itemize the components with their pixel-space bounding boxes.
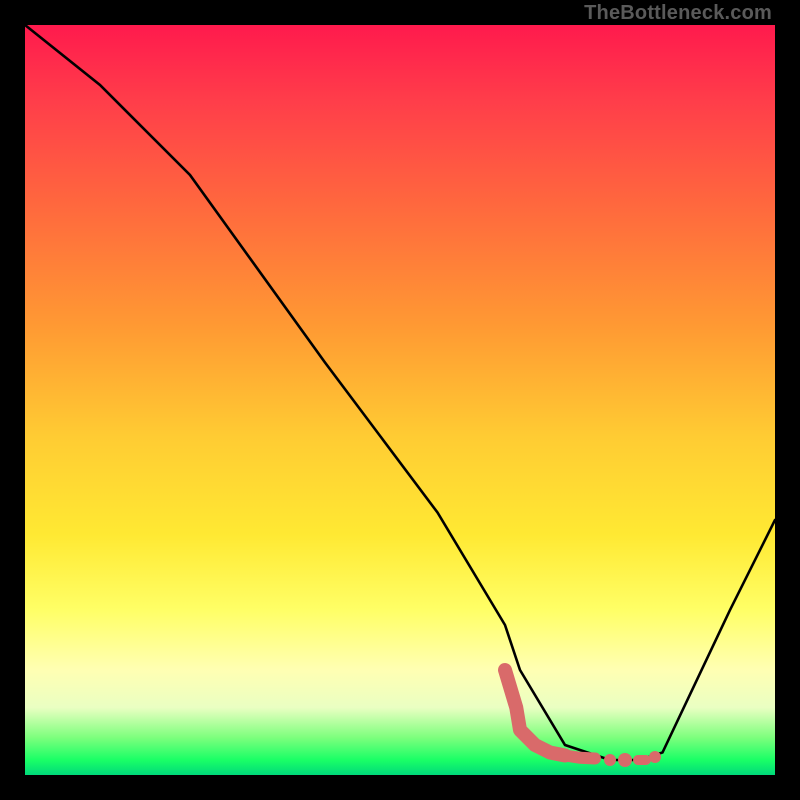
chart-gradient-background (25, 25, 775, 775)
chart-frame (25, 25, 775, 775)
watermark-text: TheBottleneck.com (584, 2, 772, 25)
